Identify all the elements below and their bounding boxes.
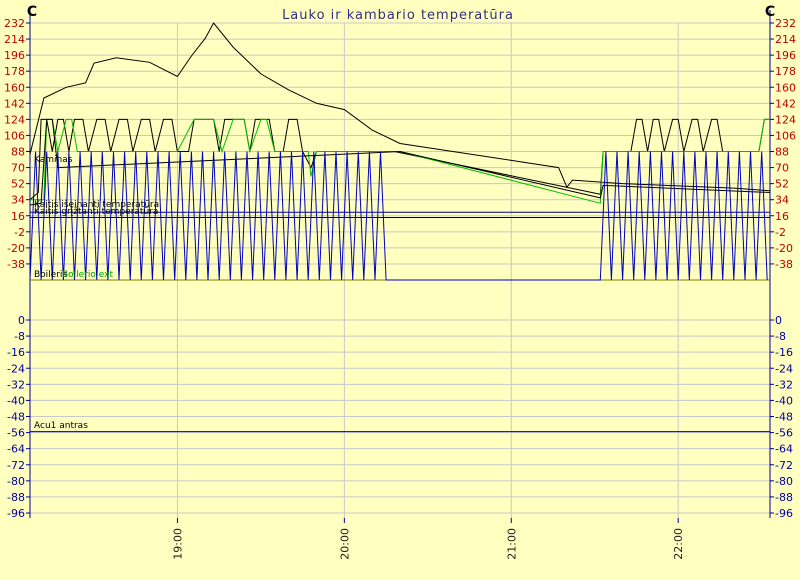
y-tick-label-left: -8 [14, 330, 25, 343]
y-tick-label-right: 232 [775, 17, 796, 30]
series-line-paj-gumas [30, 118, 770, 204]
y-tick-label-left: -48 [7, 411, 25, 424]
x-tick-label: 20:00 [338, 528, 351, 560]
x-tick-label: 19:00 [171, 528, 184, 560]
y-tick-label-right: 70 [775, 162, 789, 175]
series-label-kaitis-in: Kaitis grįžtanti temperatūra [34, 207, 158, 217]
y-tick-label-left: 16 [11, 210, 25, 223]
left-unit-label: C [27, 4, 37, 20]
y-tick-label-right: 52 [775, 178, 789, 191]
y-tick-label-right: 16 [775, 210, 789, 223]
x-tick-label: 21:00 [505, 528, 518, 560]
y-tick-label-right: 142 [775, 97, 796, 110]
right-unit-label: C [765, 4, 775, 20]
y-tick-label-left: -20 [7, 242, 25, 255]
y-tick-label-right: 0 [775, 314, 782, 327]
y-tick-label-left: 196 [4, 49, 25, 62]
y-tick-label-left: -32 [7, 378, 25, 391]
y-tick-label-right: 214 [775, 33, 796, 46]
y-tick-label-right: 124 [775, 113, 796, 126]
series-line-kaminas [29, 22, 771, 192]
y-tick-label-left: -38 [7, 258, 25, 271]
y-tick-label-left: 34 [11, 194, 25, 207]
y-tick-label-left: 142 [4, 97, 25, 110]
y-tick-label-right: -88 [775, 491, 793, 504]
y-tick-label-right: 106 [775, 129, 796, 142]
y-tick-label-right: -40 [775, 394, 793, 407]
y-tick-label-right: -72 [775, 459, 793, 472]
chart-svg: 232 232214 214196 196178 178160 160142 142124 1… [4, 4, 796, 560]
series-label-kaminas: Kaminas [34, 155, 73, 165]
y-tick-label-right: -24 [775, 362, 793, 375]
y-tick-label-left: 124 [4, 113, 25, 126]
y-tick-label-right: 88 [775, 146, 789, 159]
x-tick-label: 22:00 [672, 528, 685, 560]
y-tick-label-right: -32 [775, 378, 793, 391]
y-tick-label-left: 88 [11, 146, 25, 159]
y-tick-label-right: 34 [775, 194, 789, 207]
y-tick-label-right: -38 [775, 258, 793, 271]
y-tick-label-left: -2 [14, 226, 25, 239]
chart-title: Lauko ir kambario temperatūra [282, 8, 514, 23]
y-tick-label-right: -56 [775, 427, 793, 440]
y-tick-label-right: -2 [775, 226, 786, 239]
y-tick-label-left: -80 [7, 475, 25, 488]
y-tick-label-right: -64 [775, 443, 793, 456]
series-line-kaitis-gr-tanti-temperat-ra [29, 118, 771, 206]
y-tick-label-left: 178 [4, 65, 25, 78]
y-tick-label-right: -8 [775, 330, 786, 343]
y-tick-label-left: 214 [4, 33, 25, 46]
y-tick-label-right: -20 [775, 242, 793, 255]
y-tick-label-left: -16 [7, 346, 25, 359]
series [29, 22, 771, 433]
series-label-boileris-ext: Boilerio ext [62, 270, 113, 280]
y-tick-label-left: 0 [18, 314, 25, 327]
y-tick-label-left: 106 [4, 129, 25, 142]
y-tick-label-left: -40 [7, 394, 25, 407]
y-tick-label-right: 196 [775, 49, 796, 62]
chart: 232 232 214 214 196 196 178 178 160 160 142 142 124 1… [0, 0, 800, 580]
y-tick-label-right: -48 [775, 411, 793, 424]
y-tick-label-left: -24 [7, 362, 25, 375]
y-tick-label-right: 160 [775, 81, 796, 94]
y-tick-label-right: -80 [775, 475, 793, 488]
y-tick-label-right: -96 [775, 507, 793, 520]
y-tick-label-left: 52 [11, 178, 25, 191]
y-tick-label-left: 70 [11, 162, 25, 175]
y-tick-label-right: 178 [775, 65, 796, 78]
y-tick-label-left: -56 [7, 427, 25, 440]
y-tick-label-left: -96 [7, 507, 25, 520]
y-tick-label-left: -72 [7, 459, 25, 472]
series-label-acu: Acu1 antras [34, 421, 88, 431]
y-tick-label-left: -88 [7, 491, 25, 504]
axes: 232 232214 214196 196178 178160 160142 142124 1… [4, 10, 796, 560]
y-tick-label-right: -16 [775, 346, 793, 359]
y-tick-label-left: -64 [7, 443, 25, 456]
y-tick-label-left: 232 [4, 17, 25, 30]
y-tick-label-left: 160 [4, 81, 25, 94]
